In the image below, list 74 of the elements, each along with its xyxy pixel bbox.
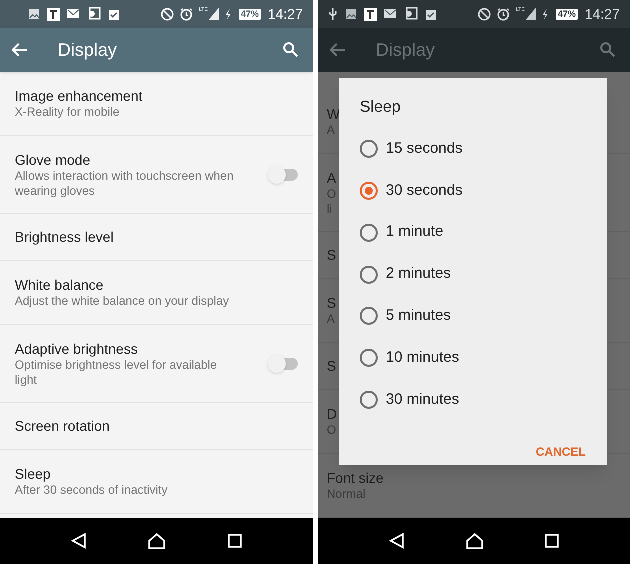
radio-button[interactable] [360, 224, 378, 242]
toggle-switch[interactable] [268, 354, 298, 374]
item-subtitle: Optimise brightness level for available light [15, 358, 218, 388]
search-icon[interactable] [283, 42, 299, 58]
home-icon[interactable] [148, 532, 166, 550]
dialog-title: Sleep [360, 98, 401, 118]
screen-title: Display [58, 38, 118, 62]
battery-indicator: 47% [238, 8, 262, 20]
search-icon[interactable] [600, 42, 616, 58]
radio-button[interactable] [360, 349, 378, 368]
item-subtitle: Allows interaction with touchscreen when wearing gloves [15, 168, 235, 198]
block-icon [161, 8, 174, 20]
option-label: 30 seconds [386, 180, 463, 201]
item-title: White balance [15, 276, 104, 294]
alarm-icon [180, 8, 194, 20]
option-label: 30 minutes [386, 390, 460, 410]
back-arrow-icon[interactable] [330, 43, 346, 57]
item-title: S [327, 294, 336, 312]
battery-indicator: 47% [554, 8, 579, 20]
image-icon [345, 8, 357, 20]
radio-button[interactable] [360, 307, 378, 326]
recents-square-icon[interactable] [228, 534, 242, 548]
item-title: Adaptive brightness [15, 340, 138, 358]
item-title: Brightness level [15, 228, 114, 246]
app-icon [47, 8, 60, 20]
item-subtitle: X-Reality for mobile [15, 105, 120, 120]
radio-button[interactable] [360, 266, 378, 284]
status-time: 14:27 [268, 4, 303, 24]
screen-title: Display [376, 38, 436, 62]
option-label: 5 minutes [386, 306, 452, 326]
option-label: 10 minutes [386, 348, 460, 368]
item-title: A [327, 168, 336, 186]
option-label: 2 minutes [386, 264, 452, 284]
item-title: D [327, 405, 338, 423]
alarm-icon [497, 8, 510, 20]
settings-item[interactable]: White balance Adjust the white balance on your display [0, 261, 313, 325]
radio-button[interactable] [360, 182, 378, 200]
back-triangle-icon[interactable] [70, 533, 87, 549]
option-label: 15 seconds [386, 138, 463, 159]
toggle-switch[interactable] [268, 164, 298, 184]
usb-icon [328, 7, 338, 21]
image-icon [28, 8, 40, 20]
settings-item[interactable]: Brightness level [0, 214, 313, 261]
mail-icon [384, 9, 397, 19]
item-title: Glove mode [15, 150, 90, 168]
settings-item[interactable]: Glove mode Allows interaction with touchscreen when wearing gloves [0, 136, 313, 214]
settings-item[interactable]: Image enhancement X-Reality for mobile [0, 72, 313, 136]
radio-button[interactable] [360, 140, 378, 158]
status-time: 14:27 [584, 4, 620, 24]
settings-item[interactable]: Screen rotation [0, 403, 313, 450]
item-title: S [327, 246, 336, 264]
item-title: S [327, 357, 336, 375]
signal-icon [208, 8, 219, 20]
item-subtitle: After 30 seconds of inactivity [15, 483, 168, 498]
charging-icon [542, 8, 549, 20]
item-title: Image enhancement [15, 87, 143, 105]
settings-item[interactable]: Sleep After 30 seconds of inactivity [0, 450, 313, 514]
back-triangle-icon[interactable] [388, 533, 405, 549]
app-icon [364, 8, 377, 20]
item-subtitle: Adjust the white balance on your display [15, 294, 230, 309]
option-label: 1 minute [386, 222, 444, 242]
block-icon [478, 8, 492, 20]
settings-item[interactable]: Adaptive brightness Optimise brightness level for available light [0, 325, 313, 403]
charging-icon [224, 8, 232, 20]
mail-icon [67, 9, 80, 19]
radio-button[interactable] [360, 391, 378, 410]
item-title: Sleep [15, 465, 51, 483]
clipboard-icon [108, 8, 120, 20]
recents-square-icon[interactable] [545, 534, 560, 548]
signal-icon [526, 8, 536, 20]
item-title: Font size [327, 469, 384, 487]
clipboard-icon [425, 8, 437, 20]
home-icon[interactable] [466, 532, 484, 550]
item-title: Screen rotation [15, 417, 110, 435]
